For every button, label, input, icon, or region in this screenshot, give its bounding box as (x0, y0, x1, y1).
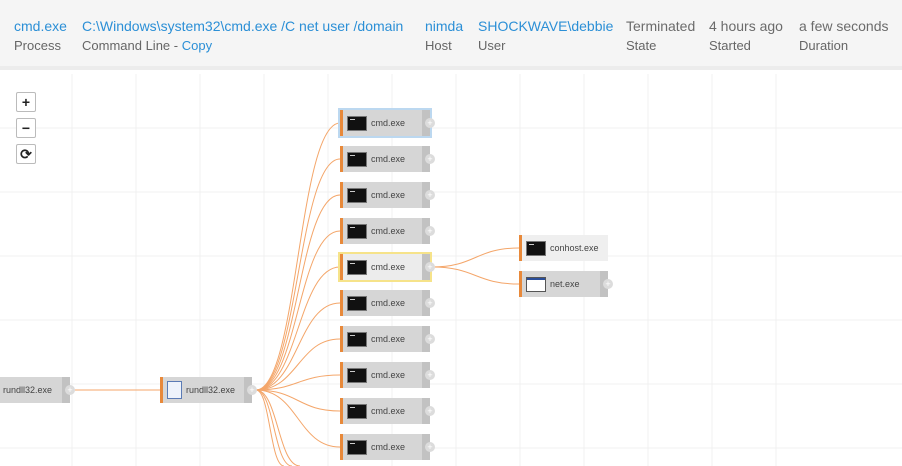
host-field: nimda Host (425, 17, 463, 55)
node-cmd-4[interactable]: cmd.exe + (340, 218, 435, 244)
expand-icon[interactable]: + (425, 190, 435, 200)
edge-cmd-net (431, 266, 520, 285)
node-label: conhost.exe (550, 243, 599, 253)
edge-parent-offscreen-2 (255, 389, 293, 466)
node-label: cmd.exe (371, 298, 406, 308)
expand-icon[interactable]: + (425, 442, 435, 452)
node-cmd-10[interactable]: cmd.exe + (340, 434, 435, 460)
edge-cmd-conhost (431, 247, 520, 268)
document-icon (167, 381, 182, 399)
node-cmd-7[interactable]: cmd.exe + (340, 326, 435, 352)
expand-icon[interactable]: + (425, 370, 435, 380)
node-rundll32-parent[interactable]: rundll32.exe + (160, 377, 257, 403)
console-icon (347, 151, 367, 167)
edge-parent-cmd-3 (255, 194, 341, 391)
console-icon (526, 240, 546, 256)
state-value: Terminated (626, 18, 696, 34)
node-cmd-3[interactable]: cmd.exe + (340, 182, 435, 208)
host-value[interactable]: nimda (425, 17, 463, 35)
duration-field: a few seconds Duration (799, 17, 889, 55)
expand-icon[interactable]: + (425, 154, 435, 164)
expand-icon[interactable]: + (425, 262, 435, 272)
duration-value: a few seconds (799, 18, 889, 34)
process-header: cmd.exe Process C:\Windows\system32\cmd.… (0, 0, 902, 70)
process-name[interactable]: cmd.exe (14, 17, 67, 35)
zoom-out-button[interactable]: − (16, 118, 36, 138)
node-label: cmd.exe (371, 226, 406, 236)
node-cmd-5[interactable]: cmd.exe + (338, 252, 435, 282)
state-label: State (626, 38, 657, 53)
expand-icon[interactable]: + (603, 279, 613, 289)
started-field: 4 hours ago Started (709, 17, 783, 55)
command-line-label-text: Command Line - (82, 38, 182, 53)
duration-label: Duration (799, 38, 849, 53)
node-conhost[interactable]: conhost.exe (519, 235, 608, 261)
edge-parent-cmd-2 (255, 158, 341, 391)
expand-icon[interactable]: + (425, 406, 435, 416)
node-label: cmd.exe (371, 154, 406, 164)
node-cmd-1[interactable]: cmd.exe + (338, 108, 435, 138)
expand-icon[interactable]: + (425, 298, 435, 308)
process-label: Process (14, 38, 61, 53)
node-label: cmd.exe (371, 262, 406, 272)
console-icon (347, 187, 367, 203)
graph-canvas (0, 74, 902, 466)
command-line-value[interactable]: C:\Windows\system32\cmd.exe /C net user … (82, 17, 403, 35)
user-field: SHOCKWAVE\debbie User (478, 17, 613, 55)
console-icon (347, 115, 367, 131)
node-label: net.exe (550, 279, 580, 289)
window-icon (526, 276, 546, 292)
expand-icon[interactable]: + (247, 385, 257, 395)
edge-parent-cmd-5 (255, 266, 341, 391)
command-line-label: Command Line - Copy (82, 37, 403, 55)
console-icon (347, 223, 367, 239)
console-icon (347, 259, 367, 275)
node-label: rundll32.exe (3, 385, 53, 395)
reset-view-button[interactable]: ⟳ (16, 144, 36, 164)
node-cmd-8[interactable]: cmd.exe + (340, 362, 435, 388)
node-cmd-9[interactable]: cmd.exe + (340, 398, 435, 424)
zoom-in-button[interactable]: + (16, 92, 36, 112)
process-field: cmd.exe Process (14, 17, 67, 55)
tree-edges (69, 122, 520, 466)
user-value[interactable]: SHOCKWAVE\debbie (478, 17, 613, 35)
expand-icon[interactable]: + (65, 385, 75, 395)
node-label: cmd.exe (371, 406, 406, 416)
started-label: Started (709, 38, 751, 53)
edge-parent-offscreen-3 (255, 389, 285, 466)
process-tree-graph[interactable]: + − ⟳ rundll32.exe + rundll32.exe + cmd.… (0, 74, 902, 466)
node-cmd-2[interactable]: cmd.exe + (340, 146, 435, 172)
node-rundll32-root[interactable]: rundll32.exe + (0, 377, 75, 403)
state-field: Terminated State (626, 17, 695, 55)
console-icon (347, 439, 367, 455)
host-label: Host (425, 38, 452, 53)
node-label: cmd.exe (371, 442, 406, 452)
edge-parent-offscreen-1 (255, 389, 301, 466)
command-line-field: C:\Windows\system32\cmd.exe /C net user … (82, 17, 403, 55)
node-label: rundll32.exe (186, 385, 236, 395)
node-label: cmd.exe (371, 334, 406, 344)
console-icon (347, 295, 367, 311)
node-label: cmd.exe (371, 370, 406, 380)
expand-icon[interactable]: + (425, 226, 435, 236)
node-cmd-6[interactable]: cmd.exe + (340, 290, 435, 316)
node-net[interactable]: net.exe + (519, 271, 613, 297)
console-icon (347, 367, 367, 383)
edge-parent-cmd-6 (255, 302, 341, 391)
console-icon (347, 403, 367, 419)
expand-icon[interactable]: + (425, 334, 435, 344)
node-label: cmd.exe (371, 118, 406, 128)
console-icon (347, 331, 367, 347)
copy-link[interactable]: Copy (182, 38, 212, 53)
user-label: User (478, 38, 506, 53)
expand-icon[interactable]: + (425, 118, 435, 128)
grid-lines (0, 74, 902, 466)
started-value: 4 hours ago (709, 18, 783, 34)
node-label: cmd.exe (371, 190, 406, 200)
